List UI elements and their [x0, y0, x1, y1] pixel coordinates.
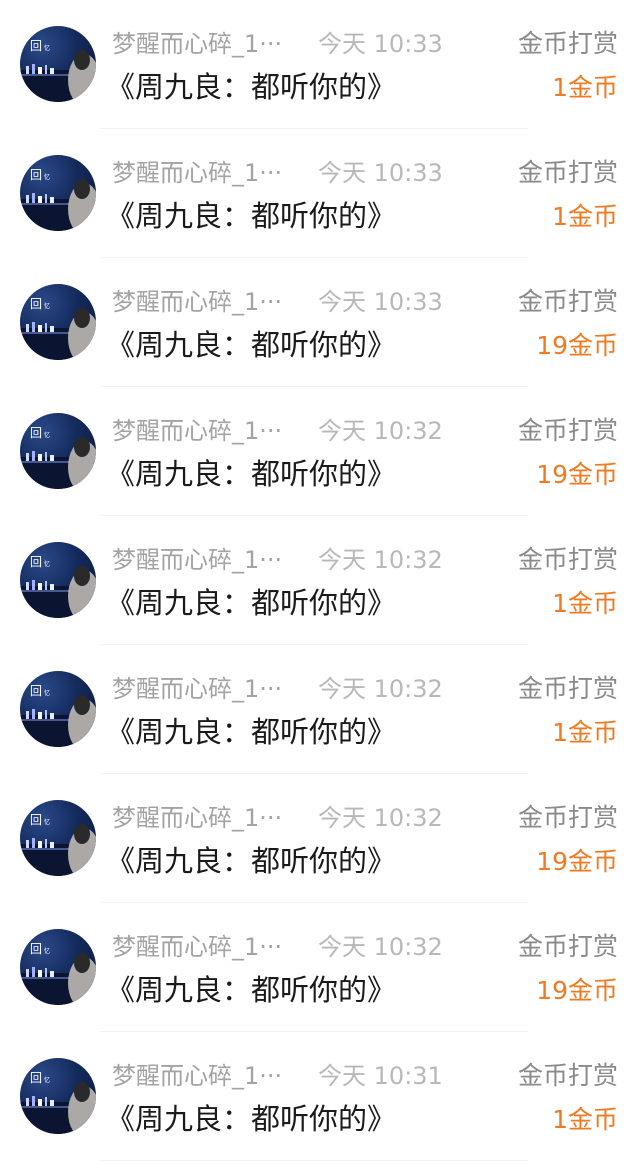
user-avatar[interactable]: 回 忆 — [20, 26, 96, 102]
work-title[interactable]: 《周九良：都听你的》 — [106, 322, 396, 364]
record-type: 金币打赏 — [517, 416, 618, 445]
work-title[interactable]: 《周九良：都听你的》 — [106, 451, 396, 493]
user-avatar[interactable]: 回 忆 — [20, 155, 96, 231]
night-city-avatar-icon: 回 忆 — [20, 1071, 96, 1134]
svg-text:忆: 忆 — [44, 302, 50, 310]
svg-text:回: 回 — [30, 813, 42, 827]
gift-record-row[interactable]: 回 忆 梦醒而心碎_1··· 今天 10:31 金币打赏 《周九良：都听你的》 … — [0, 1032, 640, 1161]
svg-text:回: 回 — [30, 297, 42, 311]
record-time: 今天 10:32 — [318, 546, 443, 574]
user-avatar[interactable]: 回 忆 — [20, 284, 96, 360]
svg-text:忆: 忆 — [44, 560, 50, 568]
record-type: 金币打赏 — [517, 674, 618, 703]
gift-record-row[interactable]: 回 忆 梦醒而心碎_1··· 今天 10:32 金币打赏 《周九良：都听你的》 … — [0, 774, 640, 903]
user-avatar[interactable]: 回 忆 — [20, 671, 96, 747]
user-avatar[interactable]: 回 忆 — [20, 800, 96, 876]
user-name[interactable]: 梦醒而心碎_1··· — [112, 1056, 282, 1091]
work-title[interactable]: 《周九良：都听你的》 — [106, 193, 396, 235]
record-type: 金币打赏 — [517, 932, 618, 961]
svg-text:忆: 忆 — [44, 44, 50, 52]
svg-text:回: 回 — [30, 39, 42, 53]
coin-amount: 1金币 — [552, 73, 618, 102]
work-title[interactable]: 《周九良：都听你的》 — [106, 838, 396, 880]
night-city-avatar-icon: 回 忆 — [20, 555, 96, 618]
coin-amount: 19金币 — [536, 976, 618, 1005]
gift-record-row[interactable]: 回 忆 梦醒而心碎_1··· 今天 10:32 金币打赏 《周九良：都听你的》 … — [0, 903, 640, 1032]
gift-record-list: 回 忆 梦醒而心碎_1··· 今天 10:33 金币打赏 《周九良：都听你的》 … — [0, 0, 640, 1166]
coin-amount: 1金币 — [552, 202, 618, 231]
user-name[interactable]: 梦醒而心碎_1··· — [112, 669, 282, 704]
svg-text:忆: 忆 — [44, 818, 50, 826]
night-city-avatar-icon: 回 忆 — [20, 297, 96, 360]
svg-text:回: 回 — [30, 1071, 42, 1085]
svg-text:回: 回 — [30, 684, 42, 698]
user-name[interactable]: 梦醒而心碎_1··· — [112, 24, 282, 59]
record-type: 金币打赏 — [517, 545, 618, 574]
svg-text:忆: 忆 — [44, 689, 50, 697]
night-city-avatar-icon: 回 忆 — [20, 426, 96, 489]
coin-amount: 1金币 — [552, 589, 618, 618]
record-type: 金币打赏 — [517, 158, 618, 187]
night-city-avatar-icon: 回 忆 — [20, 168, 96, 231]
record-time: 今天 10:31 — [318, 1062, 443, 1090]
record-time: 今天 10:32 — [318, 933, 443, 961]
record-type: 金币打赏 — [517, 1061, 618, 1090]
record-type: 金币打赏 — [517, 29, 618, 58]
gift-record-row[interactable]: 回 忆 梦醒而心碎_1··· 今天 10:33 金币打赏 《周九良：都听你的》 … — [0, 258, 640, 387]
user-avatar[interactable]: 回 忆 — [20, 413, 96, 489]
user-name[interactable]: 梦醒而心碎_1··· — [112, 927, 282, 962]
night-city-avatar-icon: 回 忆 — [20, 813, 96, 876]
svg-text:忆: 忆 — [44, 431, 50, 439]
user-avatar[interactable]: 回 忆 — [20, 1058, 96, 1134]
user-name[interactable]: 梦醒而心碎_1··· — [112, 153, 282, 188]
gift-record-row[interactable]: 回 忆 梦醒而心碎_1··· 今天 10:33 金币打赏 《周九良：都听你的》 … — [0, 0, 640, 129]
gift-record-row[interactable]: 回 忆 梦醒而心碎_1··· 今天 10:32 金币打赏 《周九良：都听你的》 … — [0, 645, 640, 774]
record-type: 金币打赏 — [517, 803, 618, 832]
user-avatar[interactable]: 回 忆 — [20, 929, 96, 1005]
record-time: 今天 10:33 — [318, 288, 443, 316]
user-name[interactable]: 梦醒而心碎_1··· — [112, 540, 282, 575]
svg-text:回: 回 — [30, 942, 42, 956]
row-divider — [100, 1160, 528, 1161]
svg-text:忆: 忆 — [44, 947, 50, 955]
svg-text:回: 回 — [30, 426, 42, 440]
user-name[interactable]: 梦醒而心碎_1··· — [112, 798, 282, 833]
night-city-avatar-icon: 回 忆 — [20, 39, 96, 102]
coin-amount: 19金币 — [536, 847, 618, 876]
coin-amount: 19金币 — [536, 331, 618, 360]
record-type: 金币打赏 — [517, 287, 618, 316]
user-name[interactable]: 梦醒而心碎_1··· — [112, 411, 282, 446]
record-time: 今天 10:33 — [318, 30, 443, 58]
work-title[interactable]: 《周九良：都听你的》 — [106, 967, 396, 1009]
night-city-avatar-icon: 回 忆 — [20, 684, 96, 747]
work-title[interactable]: 《周九良：都听你的》 — [106, 709, 396, 751]
user-name[interactable]: 梦醒而心碎_1··· — [112, 282, 282, 317]
night-city-avatar-icon: 回 忆 — [20, 942, 96, 1005]
gift-record-row[interactable]: 回 忆 梦醒而心碎_1··· 今天 10:32 金币打赏 《周九良：都听你的》 … — [0, 516, 640, 645]
svg-text:忆: 忆 — [44, 1076, 50, 1084]
work-title[interactable]: 《周九良：都听你的》 — [106, 580, 396, 622]
record-time: 今天 10:33 — [318, 159, 443, 187]
user-avatar[interactable]: 回 忆 — [20, 542, 96, 618]
coin-amount: 19金币 — [536, 460, 618, 489]
record-time: 今天 10:32 — [318, 417, 443, 445]
svg-text:回: 回 — [30, 555, 42, 569]
work-title[interactable]: 《周九良：都听你的》 — [106, 1096, 396, 1138]
svg-text:忆: 忆 — [44, 173, 50, 181]
coin-amount: 1金币 — [552, 1105, 618, 1134]
svg-text:回: 回 — [30, 168, 42, 182]
record-time: 今天 10:32 — [318, 675, 443, 703]
work-title[interactable]: 《周九良：都听你的》 — [106, 64, 396, 106]
record-time: 今天 10:32 — [318, 804, 443, 832]
gift-record-row[interactable]: 回 忆 梦醒而心碎_1··· 今天 10:33 金币打赏 《周九良：都听你的》 … — [0, 129, 640, 258]
coin-amount: 1金币 — [552, 718, 618, 747]
gift-record-row[interactable]: 回 忆 梦醒而心碎_1··· 今天 10:32 金币打赏 《周九良：都听你的》 … — [0, 387, 640, 516]
